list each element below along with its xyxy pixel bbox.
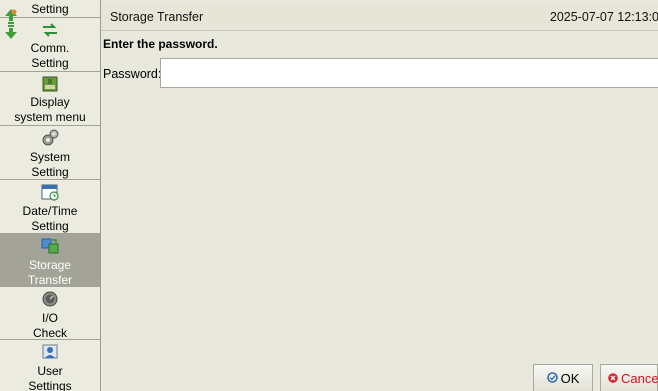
cancel-x-icon <box>608 371 618 386</box>
datetime-display: 2025-07-07 12:13:0 <box>549 10 658 24</box>
sidebar-item-display-system-menu[interactable]: Display system menu <box>0 72 100 126</box>
sidebar-menu: Setting Comm. Setting Display system men… <box>0 0 101 391</box>
sidebar-item-io-check[interactable]: I/O Check <box>0 287 100 340</box>
user-icon <box>40 342 60 362</box>
comm-arrows-icon <box>40 20 60 39</box>
sidebar-item-label: User Settings <box>28 364 72 391</box>
password-label: Password: <box>103 67 162 81</box>
sidebar-item-label: Storage Transfer <box>27 258 73 287</box>
sidebar-item-label: System Setting <box>29 150 70 179</box>
sidebar-item-label: Display system menu <box>14 95 86 124</box>
sidebar-item-label: I/O Check <box>32 311 67 340</box>
sidebar-item-label: Setting <box>31 2 69 16</box>
sidebar-item-label: Comm. Setting <box>30 41 70 70</box>
page-title: Storage Transfer <box>110 10 204 24</box>
sidebar-item-label: Date/Time Setting <box>22 204 78 233</box>
password-prompt: Enter the password. <box>103 37 218 51</box>
cancel-label: Cancel <box>621 370 658 386</box>
cancel-button[interactable]: Cancel <box>600 364 658 391</box>
calendar-clock-icon <box>40 182 60 202</box>
ok-check-icon <box>546 371 558 386</box>
ok-label: OK <box>560 370 580 386</box>
sidebar-item-system-setting[interactable]: System Setting <box>0 126 100 180</box>
scroll-up-down-icon[interactable] <box>3 8 19 40</box>
storage-transfer-icon <box>40 236 60 256</box>
display-menu-icon <box>40 74 60 93</box>
ok-button[interactable]: OK <box>533 364 593 391</box>
password-input[interactable] <box>160 58 658 88</box>
sidebar-item-storage-transfer[interactable]: Storage Transfer <box>0 234 100 287</box>
io-meter-icon <box>40 289 60 309</box>
gears-icon <box>40 128 60 148</box>
sidebar-item-date-time-setting[interactable]: Date/Time Setting <box>0 180 100 234</box>
title-bar: Storage Transfer 2025-07-07 12:13:0 <box>101 5 658 31</box>
sidebar-item-user-settings[interactable]: User Settings <box>0 340 100 391</box>
